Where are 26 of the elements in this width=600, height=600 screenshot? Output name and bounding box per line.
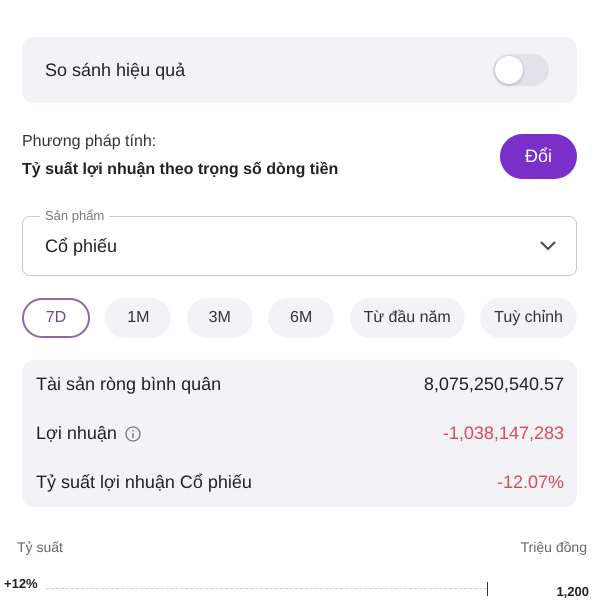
period-tab[interactable]: 3M — [186, 298, 253, 338]
stat-label: Lợi nhuận — [36, 422, 117, 445]
chevron-down-icon — [540, 241, 556, 251]
selected-value: Cổ phiếu — [45, 234, 118, 258]
chart-marker — [487, 582, 488, 596]
axis-tick-label: 1,200 — [556, 583, 589, 600]
period-tab[interactable]: Tuỳ chỉnh — [480, 298, 577, 338]
stat-value: -12.07% — [496, 471, 564, 494]
stat-label: Tài sản ròng bình quân — [36, 373, 222, 396]
stat-value: 8,075,250,540.57 — [424, 373, 564, 396]
axis-tick-label: +12% — [4, 575, 38, 593]
setting-label: So sánh hiệu quả — [45, 58, 186, 82]
method-value: Tỷ suất lợi nhuận theo trọng số dòng tiền — [22, 160, 338, 180]
field-label: Sản phẩm — [40, 208, 110, 224]
method-label: Phương pháp tính: — [22, 132, 158, 152]
period-tab[interactable]: 1M — [105, 298, 172, 338]
period-tab[interactable]: 7D — [22, 298, 90, 338]
info-icon[interactable] — [124, 426, 141, 442]
axis-title: Tỷ suất — [17, 538, 63, 557]
toggle-switch[interactable] — [493, 54, 549, 86]
period-tab[interactable]: 6M — [268, 298, 334, 338]
change-button[interactable]: Đổi — [500, 134, 577, 178]
stat-value: -1,038,147,283 — [442, 422, 564, 445]
stat-label: Tỷ suất lợi nhuận Cổ phiếu — [36, 471, 252, 494]
period-tab[interactable]: Từ đầu năm — [350, 298, 465, 338]
axis-title: Triệu đồng — [520, 538, 587, 557]
